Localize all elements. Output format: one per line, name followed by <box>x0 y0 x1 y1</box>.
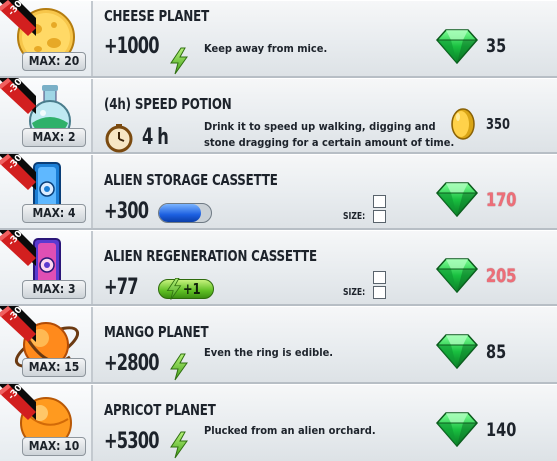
shop-item-mango-planet[interactable]: -30% MAX: 15 MANGO PLANET +2800 Even the… <box>0 306 557 384</box>
item-value: +77 <box>104 275 139 300</box>
size-label: SIZE: <box>343 287 366 298</box>
item-value: +1000 <box>104 34 159 59</box>
gem-icon <box>436 29 478 64</box>
storage-bar-fill <box>159 204 201 222</box>
item-price: 35 <box>486 35 507 57</box>
item-price: 85 <box>486 341 507 363</box>
item-thumbnail: -30% MAX: 3 <box>0 230 93 304</box>
discount-ribbon: -30% <box>0 154 36 190</box>
stopwatch-icon <box>105 124 133 153</box>
gem-icon <box>436 182 478 217</box>
coin-icon <box>451 108 475 140</box>
item-name: MANGO PLANET <box>104 323 209 341</box>
max-quantity: MAX: 15 <box>22 358 86 377</box>
lightning-icon <box>167 277 181 301</box>
item-value: 4 h <box>142 125 169 150</box>
item-value: +2800 <box>104 351 159 376</box>
discount-ribbon: -30% <box>0 306 36 342</box>
lightning-icon <box>170 353 188 381</box>
max-quantity: MAX: 3 <box>22 280 86 299</box>
item-name: CHEESE PLANET <box>104 7 210 25</box>
gem-icon <box>436 258 478 293</box>
size-boxes <box>373 195 386 223</box>
lightning-icon <box>170 431 188 459</box>
item-price: 140 <box>486 419 517 441</box>
max-quantity: MAX: 2 <box>22 128 86 147</box>
item-name: (4h) SPEED POTION <box>104 95 232 113</box>
storage-bar <box>158 203 212 223</box>
shop-item-storage-cassette[interactable]: -30% MAX: 4 ALIEN STORAGE CASSETTE +300 … <box>0 154 557 230</box>
item-value: +300 <box>104 199 149 224</box>
shop-item-regeneration-cassette[interactable]: -30% MAX: 3 ALIEN REGENERATION CASSETTE … <box>0 230 557 306</box>
item-price: 170 <box>486 189 517 211</box>
max-quantity: MAX: 20 <box>22 52 86 71</box>
discount-ribbon: -30% <box>0 0 36 36</box>
max-quantity: MAX: 4 <box>22 204 86 223</box>
discount-ribbon: -30% <box>0 230 36 266</box>
shop-item-speed-potion[interactable]: -30% MAX: 2 (4h) SPEED POTION 4 h Drink … <box>0 78 557 154</box>
gem-icon <box>436 334 478 369</box>
size-label: SIZE: <box>343 211 366 222</box>
item-thumbnail: -30% MAX: 10 <box>0 384 93 461</box>
item-value: +5300 <box>104 429 159 454</box>
item-description: Even the ring is edible. <box>204 346 334 359</box>
discount-ribbon: -30% <box>0 78 36 114</box>
regeneration-pill: +1 <box>158 277 214 301</box>
item-description: Keep away from mice. <box>204 42 328 55</box>
item-thumbnail: -30% MAX: 15 <box>0 306 93 382</box>
item-price: 350 <box>486 115 510 133</box>
item-description: Plucked from an alien orchard. <box>204 424 376 437</box>
max-quantity: MAX: 10 <box>22 437 86 456</box>
item-description: Drink it to speed up walking, digging an… <box>204 120 455 149</box>
shop-item-apricot-planet[interactable]: -30% MAX: 10 APRICOT PLANET +5300 Plucke… <box>0 384 557 461</box>
item-thumbnail: -30% MAX: 20 <box>0 0 93 76</box>
gem-icon <box>436 412 478 447</box>
shop-item-cheese-planet[interactable]: -30% MAX: 20 CHEESE PLANET +1000 Keep aw… <box>0 0 557 78</box>
item-thumbnail: -30% MAX: 4 <box>0 154 93 228</box>
item-name: APRICOT PLANET <box>104 401 216 419</box>
item-price: 205 <box>486 265 517 287</box>
regeneration-bonus: +1 <box>183 280 201 298</box>
item-thumbnail: -30% MAX: 2 <box>0 78 93 152</box>
discount-ribbon: -30% <box>0 384 36 420</box>
item-name: ALIEN STORAGE CASSETTE <box>104 171 278 189</box>
shop-list: -30% MAX: 20 CHEESE PLANET +1000 Keep aw… <box>0 0 557 461</box>
item-name: ALIEN REGENERATION CASSETTE <box>104 247 317 265</box>
lightning-icon <box>170 47 188 75</box>
size-boxes <box>373 271 386 299</box>
